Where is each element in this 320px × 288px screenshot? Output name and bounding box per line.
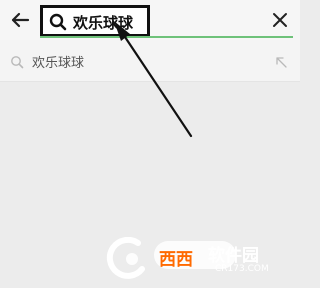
arrow-left-icon	[11, 12, 30, 28]
search-underline	[40, 36, 293, 38]
search-input[interactable]: 欢乐球球	[40, 5, 150, 37]
arrow-up-left-icon	[276, 57, 287, 68]
close-icon	[273, 13, 287, 27]
suggestion-text: 欢乐球球	[32, 56, 85, 71]
search-icon	[49, 13, 67, 31]
fill-query-button[interactable]	[274, 54, 288, 68]
search-header: 欢乐球球	[0, 0, 300, 40]
clear-button[interactable]	[270, 10, 290, 30]
watermark-domain: CR173.COM	[215, 264, 269, 274]
watermark-brand: 西西	[159, 250, 193, 270]
suggestion-item[interactable]: 欢乐球球	[0, 40, 300, 82]
watermark-badge	[154, 241, 236, 269]
back-button[interactable]	[8, 8, 32, 32]
watermark: 西西 软件园 CR173.COM	[104, 237, 284, 283]
search-icon	[10, 54, 24, 69]
search-query-text: 欢乐球球	[73, 14, 134, 32]
watermark-title: 软件园	[208, 246, 259, 266]
cr173-logo-icon	[106, 237, 145, 279]
